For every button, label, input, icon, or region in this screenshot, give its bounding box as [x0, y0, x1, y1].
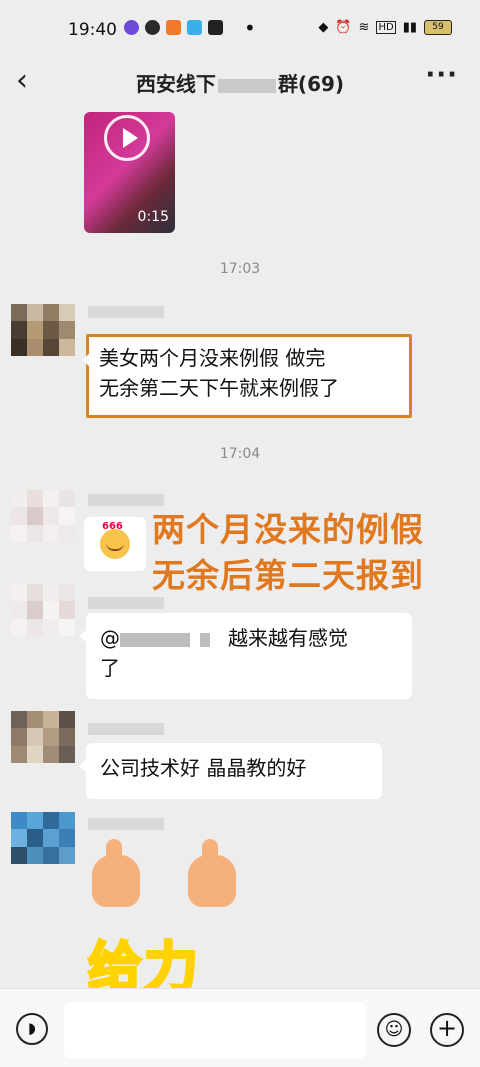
more-horizontal-icon[interactable]: ··· — [425, 60, 458, 90]
message-text: 越来越有感觉 — [228, 626, 348, 650]
signal-icon: ▮▮ — [402, 20, 417, 35]
redaction-mask — [120, 632, 190, 647]
sender-name — [88, 494, 164, 506]
chat-header: ‹ 西安线下 群(69) ··· — [0, 60, 480, 104]
plus-icon[interactable]: + — [430, 1013, 464, 1047]
annotation-line: 无余后第二天报到 — [152, 556, 424, 595]
thumbs-up-icon — [92, 839, 140, 907]
avatar[interactable] — [11, 584, 75, 636]
water-icon: ◆ — [318, 20, 329, 35]
avatar[interactable] — [11, 304, 75, 356]
hd-icon: HD — [376, 21, 396, 34]
avatar[interactable] — [11, 711, 75, 763]
chat-title-prefix: 西安线下 — [135, 72, 216, 96]
chat-title-suffix: 群(69) — [277, 72, 345, 96]
message-bubble[interactable]: 美女两个月没来例假 做完 无余第二天下午就来例假了 — [82, 334, 412, 418]
thumbs-up-icon — [188, 839, 236, 907]
message-input[interactable] — [64, 1002, 366, 1058]
notification-icons — [124, 20, 223, 35]
sender-name — [88, 597, 164, 609]
alarm-icon: ⏰ — [335, 20, 352, 35]
message-text-line: @ 越来越有感觉 — [100, 623, 398, 653]
message-text: 公司技术好 晶晶教的好 — [100, 756, 307, 780]
sender-name — [88, 723, 164, 735]
video-message[interactable]: 0:15 — [84, 112, 175, 233]
timestamp: 17:03 — [219, 261, 261, 277]
redaction-mask — [217, 78, 276, 93]
emoji-message[interactable] — [84, 517, 146, 571]
sender-name — [88, 306, 164, 318]
play-icon[interactable] — [104, 115, 150, 161]
message-bubble[interactable]: @ 越来越有感觉 了 — [79, 613, 412, 699]
mention-symbol: @ — [100, 626, 120, 650]
emoji-icon[interactable]: ☺ — [377, 1013, 411, 1047]
message-bubble[interactable]: 公司技术好 晶晶教的好 — [79, 743, 382, 799]
redaction-mask — [200, 632, 210, 647]
avatar[interactable] — [11, 812, 75, 864]
video-duration: 0:15 — [137, 209, 169, 225]
message-text-line: 无余第二天下午就来例假了 — [99, 376, 339, 400]
avatar[interactable] — [11, 490, 75, 542]
timestamp: 17:04 — [219, 446, 261, 462]
app-notification-icon — [208, 20, 223, 35]
thinking-emoji-icon — [100, 521, 130, 559]
message-text-line: 美女两个月没来例假 做完 — [99, 346, 326, 370]
wifi-icon: ≋ — [358, 20, 370, 35]
sender-name — [88, 818, 164, 830]
chat-title: 西安线下 群(69) — [0, 68, 480, 97]
input-bar: ◗ ☺ + — [0, 988, 480, 1067]
sticker-message[interactable]: 给力 — [84, 835, 244, 995]
voice-icon[interactable]: ◗ — [16, 1013, 48, 1045]
app-notification-icon — [124, 20, 139, 35]
message-text-line: 了 — [100, 656, 120, 680]
system-icons: ◆ ⏰ ≋ HD ▮▮ 59 — [318, 20, 452, 35]
status-time: 19:40 — [68, 20, 117, 40]
app-notification-icon — [187, 20, 202, 35]
more-notifications-icon: • — [244, 16, 256, 40]
battery-icon: 59 — [424, 20, 452, 35]
wechat-icon — [145, 20, 160, 35]
annotation-line: 两个月没来的例假 — [152, 510, 424, 549]
app-notification-icon — [166, 20, 181, 35]
sticker-text: 给力 — [87, 935, 200, 996]
status-bar: 19:40 • ◆ ⏰ ≋ HD ▮▮ 59 — [0, 0, 480, 60]
